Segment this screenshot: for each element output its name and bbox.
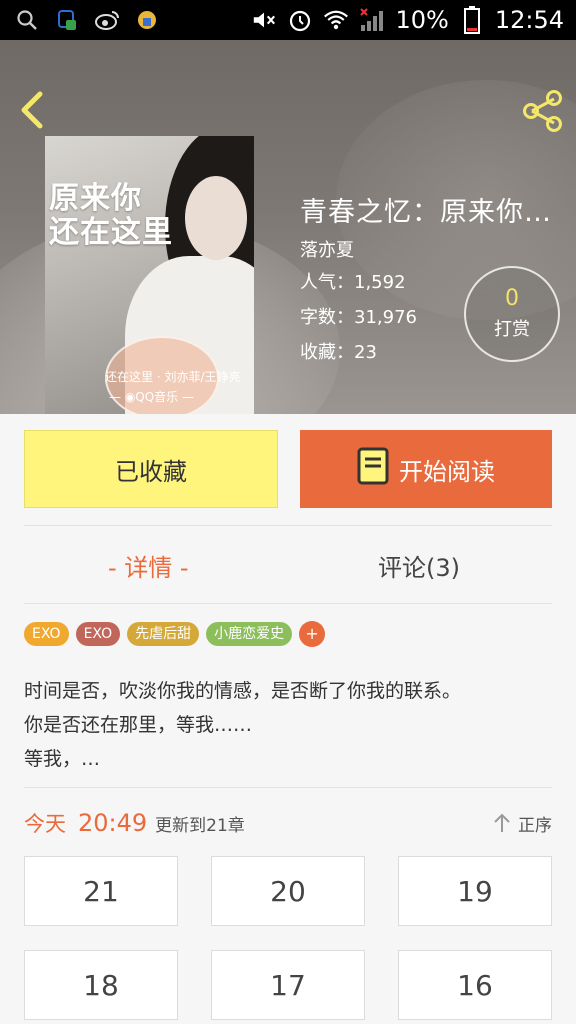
search-icon (14, 7, 40, 33)
sort-label: 正序 (518, 815, 552, 836)
tab-detail[interactable]: - 详情 - (108, 548, 189, 583)
divider (24, 525, 552, 526)
share-icon (523, 90, 562, 132)
book-title: 青春之忆：原来你… (300, 197, 552, 228)
wifi-icon (323, 7, 349, 33)
sort-toggle[interactable]: 正序 (492, 811, 552, 836)
arrow-up-icon (494, 813, 510, 832)
chapter-button[interactable]: 17 (211, 950, 365, 1020)
reward-button[interactable]: 0 打赏 (464, 266, 560, 362)
favorited-button[interactable]: 已收藏 (24, 430, 278, 508)
description-line: 时间是否，吹淡你我的情感，是否断了你我的联系。 (24, 680, 462, 702)
tag-item[interactable]: 先虐后甜 (127, 622, 200, 646)
more-tags-button[interactable]: + (299, 621, 326, 647)
reward-label: 打赏 (494, 319, 530, 340)
book-favorites: 收藏：23 (300, 342, 377, 363)
weibo-icon (94, 7, 120, 33)
reward-count: 0 (505, 286, 519, 311)
cover-title: 原来你 还在这里 (49, 181, 173, 250)
book-header: 原来你 还在这里 还在这里 · 刘亦菲/王铮亮 — ◉QQ音乐 — 青春之忆：原… (0, 40, 576, 414)
cover-subtitle: 还在这里 · 刘亦菲/王铮亮 (105, 370, 241, 384)
chapter-button[interactable]: 20 (211, 856, 365, 926)
book-author[interactable]: 落亦夏 (300, 236, 354, 262)
clock: 12:54 (494, 6, 564, 34)
secure-app-icon (54, 7, 80, 33)
tag-list: EXO EXO 先虐后甜 小鹿恋爱史 + (24, 621, 326, 647)
battery-icon (459, 6, 485, 34)
chapter-button[interactable]: 18 (24, 950, 178, 1020)
cover-music-label: — ◉QQ音乐 — (109, 390, 194, 404)
tag-item[interactable]: EXO (75, 622, 121, 646)
share-button[interactable] (520, 88, 566, 134)
battery-percent: 10% (395, 6, 449, 34)
update-time: 20:49 (78, 809, 148, 837)
book-popularity: 人气：1,592 (300, 272, 406, 293)
description-line: 等我，… (24, 748, 101, 770)
alarm-icon (287, 7, 313, 33)
description-line: 你是否还在那里，等我…… (24, 714, 253, 736)
status-bar: 10% 12:54 (0, 0, 576, 40)
notification-app-icon (134, 7, 160, 33)
chevron-left-icon (21, 91, 43, 129)
tag-item[interactable]: 小鹿恋爱史 (206, 622, 293, 646)
tab-comments[interactable]: 评论(3) (378, 548, 460, 583)
book-icon (357, 447, 389, 491)
book-cover[interactable]: 原来你 还在这里 还在这里 · 刘亦菲/王铮亮 — ◉QQ音乐 — (45, 136, 254, 414)
signal-icon (359, 7, 385, 33)
tag-item[interactable]: EXO (24, 622, 69, 646)
update-day: 今天 (24, 812, 66, 836)
divider (24, 603, 552, 604)
chapter-button[interactable]: 21 (24, 856, 178, 926)
chapter-button[interactable]: 16 (398, 950, 552, 1020)
chapter-button[interactable]: 19 (398, 856, 552, 926)
mute-icon (251, 7, 277, 33)
update-info: 今天 20:49 更新到21章 正序 (24, 806, 552, 840)
back-button[interactable] (14, 88, 54, 132)
start-reading-button[interactable]: 开始阅读 (300, 430, 552, 508)
divider (24, 787, 552, 788)
update-chapter: 更新到21章 (155, 815, 245, 836)
book-description[interactable]: 时间是否，吹淡你我的情感，是否断了你我的联系。 你是否还在那里，等我…… 等我，… (24, 674, 554, 776)
book-word-count: 字数：31,976 (300, 307, 417, 328)
